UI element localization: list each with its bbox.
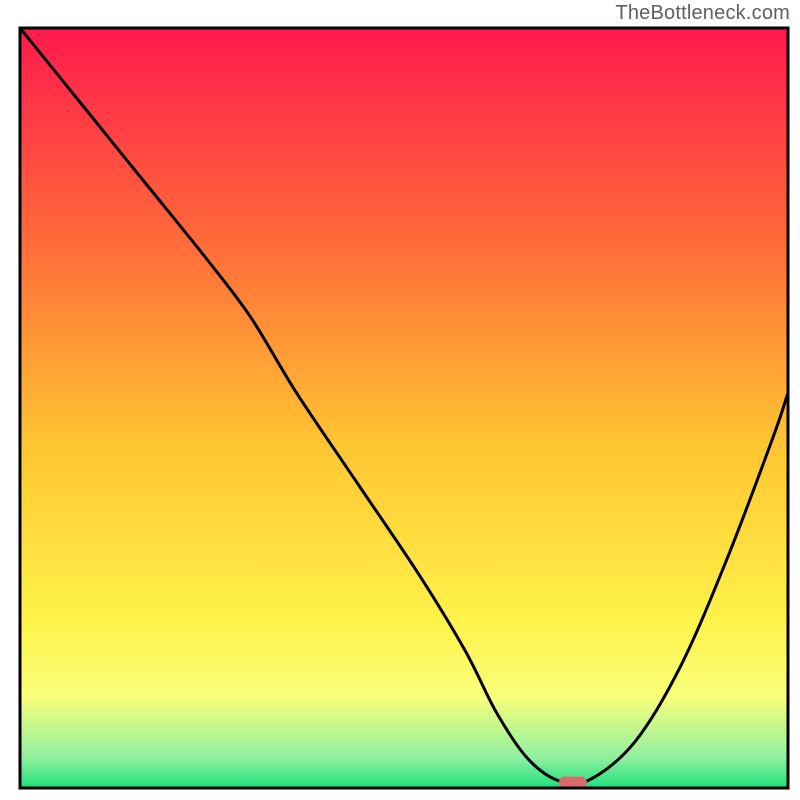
- bottleneck-chart: [0, 0, 800, 800]
- plot-area: [20, 28, 788, 789]
- gradient-background: [20, 28, 788, 788]
- chart-container: TheBottleneck.com: [0, 0, 800, 800]
